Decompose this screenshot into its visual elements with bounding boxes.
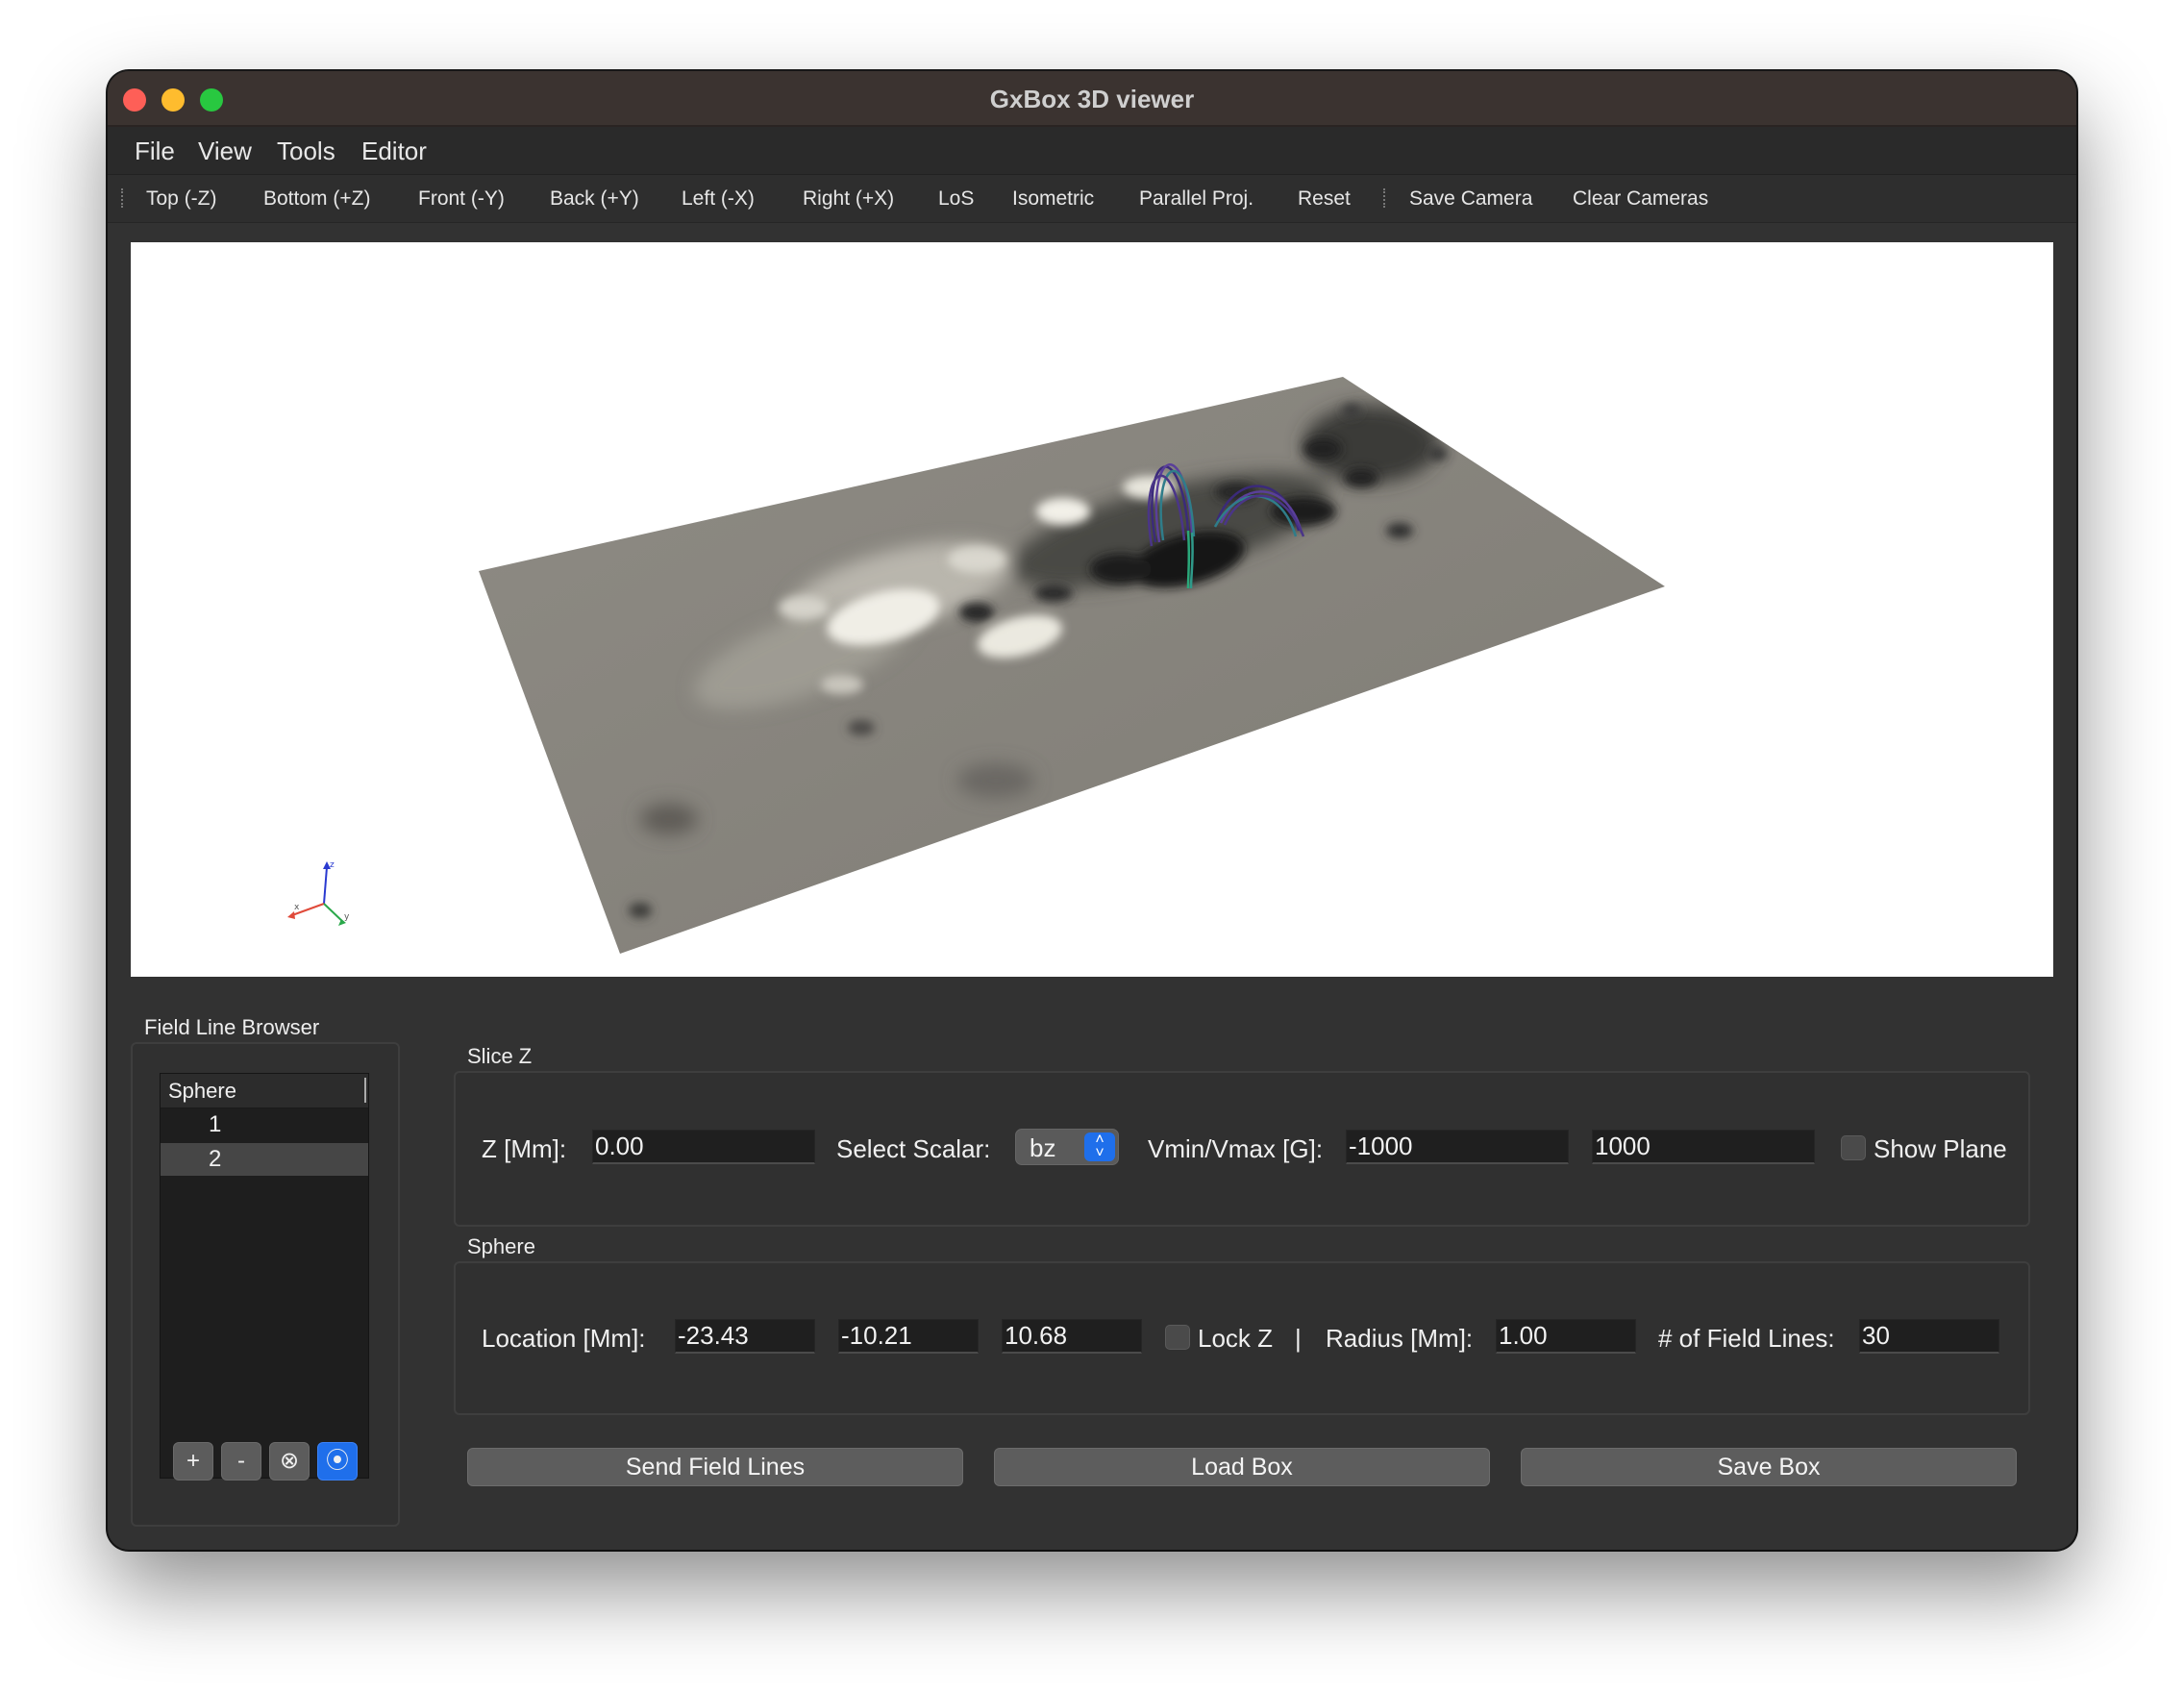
window-title: GxBox 3D viewer	[989, 85, 1195, 113]
list-item-selected[interactable]: 2	[161, 1143, 368, 1176]
vmin-input[interactable]	[1346, 1130, 1569, 1164]
vmax-input[interactable]	[1592, 1130, 1815, 1164]
field-lines-count-label: # of Field Lines:	[1658, 1324, 1835, 1353]
axis-x-label: x	[294, 903, 300, 912]
radius-label: Radius [Mm]:	[1326, 1324, 1474, 1353]
field-line-list[interactable]: Sphere 1 2	[160, 1073, 369, 1479]
toolbar-separator	[1383, 188, 1387, 208]
magnetogram-plane	[479, 377, 1665, 954]
save-camera-button[interactable]: Save Camera	[1409, 187, 1532, 211]
view-left-button[interactable]: Left (-X)	[682, 187, 755, 211]
add-item-button[interactable]: +	[173, 1442, 213, 1480]
location-y-input[interactable]	[838, 1319, 979, 1354]
clear-items-button[interactable]: ⊗	[269, 1442, 310, 1480]
parallel-projection-button[interactable]: Parallel Proj.	[1139, 187, 1253, 211]
column-header-label: Sphere	[168, 1079, 236, 1103]
z-input[interactable]	[592, 1130, 815, 1164]
field-line-browser-title: Field Line Browser	[144, 1015, 320, 1039]
z-label: Z [Mm]:	[482, 1134, 567, 1163]
separator: |	[1295, 1324, 1302, 1353]
scene-render[interactable]: z x y	[131, 242, 2053, 977]
list-column-header[interactable]: Sphere	[161, 1074, 368, 1108]
send-field-lines-button[interactable]: Send Field Lines	[467, 1448, 963, 1486]
column-resize-handle[interactable]	[364, 1078, 366, 1103]
remove-item-button[interactable]: -	[221, 1442, 261, 1480]
view-right-button[interactable]: Right (+X)	[803, 187, 894, 211]
menu-file[interactable]: File	[135, 137, 175, 166]
lock-z-checkbox[interactable]	[1165, 1325, 1190, 1350]
menu-bar: File View Tools Editor	[108, 127, 2076, 175]
view-back-button[interactable]: Back (+Y)	[550, 187, 639, 211]
plus-icon: +	[186, 1448, 200, 1474]
select-scalar-label: Select Scalar:	[836, 1134, 991, 1163]
menu-tools[interactable]: Tools	[277, 137, 335, 166]
target-icon: ⦿	[326, 1448, 349, 1474]
load-box-button[interactable]: Load Box	[994, 1448, 1490, 1486]
field-lines-count-input[interactable]	[1859, 1319, 1999, 1354]
orientation-axes: z x y	[287, 860, 350, 926]
axis-z-label: z	[330, 860, 335, 870]
minus-icon: -	[237, 1448, 245, 1474]
scalar-select[interactable]: bz ˄ ˅	[1015, 1129, 1119, 1165]
reset-camera-button[interactable]: Reset	[1298, 187, 1351, 211]
lock-z-label: Lock Z	[1198, 1324, 1274, 1353]
menu-view[interactable]: View	[198, 137, 252, 166]
view-los-button[interactable]: LoS	[938, 187, 974, 211]
slice-z-title: Slice Z	[467, 1044, 533, 1068]
list-item[interactable]: 1	[161, 1108, 368, 1141]
clear-cameras-button[interactable]: Clear Cameras	[1573, 187, 1708, 211]
vmin-vmax-label: Vmin/Vmax [G]:	[1148, 1134, 1324, 1163]
location-x-input[interactable]	[675, 1319, 815, 1354]
view-front-button[interactable]: Front (-Y)	[418, 187, 505, 211]
location-z-input[interactable]	[1002, 1319, 1142, 1354]
view-bottom-button[interactable]: Bottom (+Z)	[263, 187, 370, 211]
target-button[interactable]: ⦿	[317, 1442, 358, 1480]
show-plane-label: Show Plane	[1874, 1134, 2007, 1163]
view-isometric-button[interactable]: Isometric	[1012, 187, 1094, 211]
camera-toolbar: Top (-Z) Bottom (+Z) Front (-Y) Back (+Y…	[108, 175, 2076, 223]
save-box-button[interactable]: Save Box	[1521, 1448, 2017, 1486]
sphere-title: Sphere	[467, 1234, 535, 1258]
view-top-button[interactable]: Top (-Z)	[146, 187, 217, 211]
chevron-updown-icon: ˄ ˅	[1084, 1132, 1115, 1161]
location-label: Location [Mm]:	[482, 1324, 646, 1353]
toolbar-grip[interactable]	[121, 188, 125, 208]
scalar-select-value: bz	[1030, 1133, 1056, 1162]
axis-y-label: y	[344, 912, 350, 922]
title-bar: GxBox 3D viewer	[108, 71, 2076, 127]
radius-input[interactable]	[1496, 1319, 1636, 1354]
show-plane-checkbox[interactable]	[1841, 1135, 1866, 1160]
menu-editor[interactable]: Editor	[361, 137, 427, 166]
3d-viewport[interactable]: z x y	[131, 242, 2053, 977]
clear-icon: ⊗	[279, 1448, 300, 1474]
main-window: GxBox 3D viewer File View Tools Editor T…	[108, 71, 2076, 1550]
